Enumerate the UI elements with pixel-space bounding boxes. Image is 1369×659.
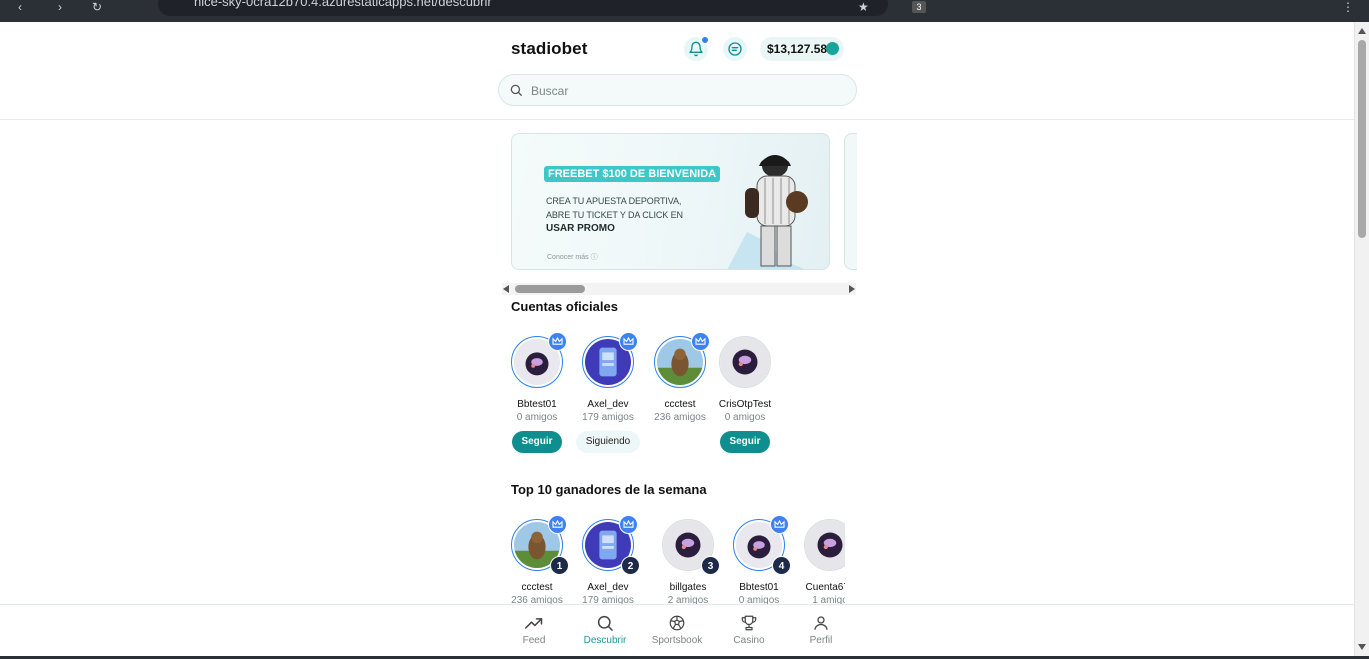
official-accounts-title: Cuentas oficiales [511,299,618,314]
notification-dot [701,36,709,44]
rank-badge: 2 [621,556,640,575]
rank-badge: 4 [772,556,791,575]
account-name[interactable]: Axel_dev [573,399,643,410]
winner-card[interactable]: 1 ccctest 236 amigos [502,515,572,605]
reload-icon[interactable]: ↻ [92,0,102,14]
soccer-ball-icon [669,615,685,631]
follow-button[interactable]: Seguir [512,431,562,453]
following-button[interactable]: Siguiendo [575,431,641,453]
search-bar[interactable] [498,74,857,106]
winner-name[interactable]: billgates [653,582,723,593]
coin-icon [826,42,839,55]
winner-name[interactable]: Cuenta678 [795,582,845,593]
account-friends: 0 amigos [516,412,558,423]
scroll-right-arrow[interactable] [849,285,855,293]
carousel-scrollbar[interactable] [502,283,856,295]
avatar[interactable] [719,336,771,388]
winner-card[interactable]: Cuenta678 1 amigo [795,519,845,605]
search-icon [597,615,613,631]
forward-icon[interactable]: › [58,0,62,14]
brand-logo[interactable]: stadiobet [511,39,587,59]
winner-name[interactable]: Bbtest01 [724,582,794,593]
back-icon[interactable]: ‹ [18,0,22,14]
winner-card[interactable]: 2 Axel_dev 179 amigos [573,515,643,605]
promo-banner[interactable]: FREEBET $100 DE BIENVENIDA CREA TU APUES… [511,133,830,270]
crown-icon [770,515,789,534]
chat-icon [728,42,742,56]
promo-more-link[interactable]: Conocer más ⓘ [547,252,598,262]
nav-casino-label: Casino [733,635,765,646]
bell-icon [689,41,703,57]
winner-name[interactable]: ccctest [502,582,572,593]
promo-banner-next[interactable] [844,133,857,270]
promo-carousel[interactable]: FREEBET $100 DE BIENVENIDA CREA TU APUES… [511,132,857,272]
wallet-balance[interactable]: $13,127.58 [760,37,844,61]
crown-icon [548,515,567,534]
nav-casino[interactable]: Casino [719,613,779,646]
search-icon [510,84,522,96]
search-input[interactable] [531,81,831,101]
official-account-card[interactable]: Axel_dev 179 amigos Siguiendo [573,332,643,453]
promo-tag: FREEBET $100 DE BIENVENIDA [544,166,721,182]
address-bar[interactable]: nice-sky-0cra12b70.4.azurestaticapps.net… [158,0,888,16]
scroll-left-arrow[interactable] [503,285,509,293]
account-name[interactable]: ccctest [645,399,715,410]
balance-amount: $13,127.58 [767,42,828,56]
nav-feed-label: Feed [522,635,546,646]
official-account-card[interactable]: ccctest 236 amigos [645,332,715,423]
account-name[interactable]: Bbtest01 [502,399,572,410]
official-account-card[interactable]: CrisOtpTest 0 amigos Seguir [710,336,780,453]
scroll-up-arrow[interactable] [1358,28,1366,34]
trophy-icon [741,615,757,631]
winner-card[interactable]: 3 billgates 2 amigos [653,519,723,605]
promo-line-2: ABRE TU TICKET Y DA CLICK EN [546,210,683,220]
crown-icon [548,332,567,351]
extension-badge[interactable]: 3 [912,1,926,13]
browser-toolbar: ‹ › ↻ nice-sky-0cra12b70.4.azurestaticap… [0,0,1369,22]
menu-icon[interactable]: ⋮ [1342,0,1354,14]
promo-cta: USAR PROMO [546,223,615,234]
nav-discover-label: Descubrir [583,635,627,646]
crown-icon [691,332,710,351]
winner-card[interactable]: 4 Bbtest01 0 amigos [724,515,794,605]
baseball-player-image [727,155,808,269]
user-icon [814,616,828,630]
account-friends: 179 amigos [582,412,634,423]
scroll-down-arrow[interactable] [1358,644,1366,650]
header-divider [0,119,1354,120]
star-icon[interactable]: ★ [858,0,869,14]
top-winners-list[interactable]: 1 ccctest 236 amigos 2 Axel_dev 179 amig… [498,512,845,605]
account-friends: 0 amigos [724,412,766,423]
rank-badge: 1 [550,556,569,575]
account-name[interactable]: CrisOtpTest [710,399,780,410]
top-winners-title: Top 10 ganadores de la semana [511,482,707,497]
nav-profile[interactable]: Perfil [791,613,851,646]
crown-icon [619,515,638,534]
carousel-scroll-thumb[interactable] [515,285,585,293]
winner-name[interactable]: Axel_dev [573,582,643,593]
account-friends: 236 amigos [654,412,706,423]
bottom-navigation: Feed Descubrir Sportsbook Casino Perfil [0,604,1354,656]
nav-discover[interactable]: Descubrir [575,613,635,646]
follow-button[interactable]: Seguir [720,431,770,453]
messages-button[interactable] [723,37,747,61]
nav-feed[interactable]: Feed [504,613,564,646]
page-scroll-thumb[interactable] [1358,40,1366,238]
official-account-card[interactable]: Bbtest01 0 amigos Seguir [502,332,572,453]
avatar[interactable] [804,519,845,571]
nav-sportsbook[interactable]: Sportsbook [647,613,707,646]
nav-sportsbook-label: Sportsbook [651,635,703,646]
page-scrollbar[interactable] [1354,22,1369,656]
trending-icon [524,618,543,629]
nav-profile-label: Perfil [809,635,833,646]
rank-badge: 3 [701,556,720,575]
crown-icon [619,332,638,351]
promo-line-1: CREA TU APUESTA DEPORTIVA, [546,196,682,206]
